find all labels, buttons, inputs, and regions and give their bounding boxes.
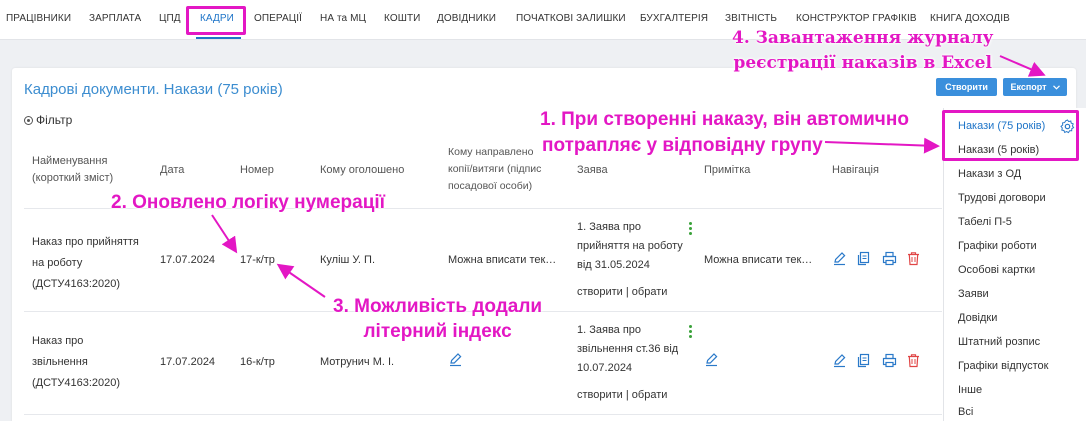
nav-tab-funds[interactable]: КОШТИ — [384, 13, 420, 24]
annotation-auto-group: 1. При створенні наказу, він автомично п… — [540, 107, 909, 159]
row-date: 17.07.2024 — [160, 254, 216, 266]
nav-tab-cpd[interactable]: ЦПД — [159, 13, 181, 24]
row-application-line1: 1. Заява про — [577, 221, 642, 233]
filter-icon — [24, 115, 33, 125]
header-sent-line1: Кому направлено — [448, 146, 534, 158]
nav-tab-chart-builder[interactable]: КОНСТРУКТОР ГРАФІКІВ — [796, 13, 917, 24]
row-divider — [24, 414, 942, 415]
row-name-line1: Наказ про — [32, 335, 84, 347]
nav-tab-assets[interactable]: НА та МЦ — [320, 13, 366, 24]
header-name-line1: Найменування — [32, 155, 108, 167]
print-icon[interactable] — [882, 353, 897, 368]
row-name-line3: (ДСТУ4163:2020) — [32, 377, 121, 389]
sidebar-item-personal-cards[interactable]: Особові картки — [958, 264, 1035, 276]
annotation-excel-export: 4. Завантаження журналу реєстрації наказ… — [732, 26, 993, 76]
sidebar-item-all[interactable]: Всі — [958, 406, 973, 418]
row-application-line1: 1. Заява про — [577, 324, 642, 336]
annotation-letter-index-line1: 3. Можливість додали — [333, 296, 543, 317]
sidebar-item-work-schedules[interactable]: Графіки роботи — [958, 240, 1037, 252]
filter-label: Фільтр — [36, 113, 73, 127]
row-date: 17.07.2024 — [160, 356, 216, 368]
sidebar-item-vacation-schedules[interactable]: Графіки відпусток — [958, 360, 1048, 372]
header-navigation: Навігація — [832, 164, 879, 176]
row-name: Наказ про прийняття на роботу (ДСТУ4163:… — [32, 232, 139, 295]
trash-icon[interactable] — [906, 353, 921, 368]
copy-icon[interactable] — [856, 251, 871, 266]
sidebar-item-certificates[interactable]: Довідки — [958, 312, 997, 324]
nav-tab-accounting[interactable]: БУХГАЛТЕРІЯ — [640, 13, 708, 24]
annotation-numbering: 2. Оновлено логіку нумерації — [111, 192, 386, 213]
nav-tab-operations[interactable]: ОПЕРАЦІЇ — [254, 13, 302, 24]
header-sent-copies: Кому направлено копії/витяги (підпис пос… — [448, 144, 541, 195]
annotation-auto-group-line1: 1. При створенні наказу, він автомично — [540, 109, 909, 130]
nav-tab-employees[interactable]: ПРАЦІВНИКИ — [6, 13, 71, 24]
nav-tab-opening-balances[interactable]: ПОЧАТКОВІ ЗАЛИШКИ — [516, 13, 626, 24]
header-note: Примітка — [704, 164, 751, 176]
row-announced: Куліш У. П. — [320, 254, 376, 266]
header-name: Найменування (короткий зміст) — [32, 153, 113, 187]
edit-icon[interactable] — [704, 352, 719, 367]
row-application: 1. Заява про прийняття на роботу від 31.… — [577, 218, 683, 275]
row-name-line2: на роботу — [32, 257, 83, 269]
row-application: 1. Заява про звільнення ст.36 від 10.07.… — [577, 321, 678, 378]
export-button[interactable]: Експорт — [1003, 78, 1067, 96]
row-application-line3: від 31.05.2024 — [577, 259, 650, 271]
sidebar-item-applications[interactable]: Заяви — [958, 288, 989, 300]
export-button-label: Експорт — [1010, 82, 1047, 92]
row-application-actions[interactable]: створити | обрати — [577, 286, 667, 298]
row-number: 16-к/тр — [240, 356, 275, 368]
nav-tab-reporting[interactable]: ЗВІТНІСТЬ — [725, 13, 777, 24]
header-date: Дата — [160, 164, 185, 176]
row-application-line2: прийняття на роботу — [577, 240, 683, 252]
kebab-icon[interactable] — [689, 325, 692, 340]
row-sent[interactable]: Можна вписати тек… — [448, 250, 556, 271]
row-name-line2: звільнення — [32, 356, 88, 368]
row-note[interactable]: Можна вписати тек… — [704, 250, 812, 271]
sidebar-item-staffing[interactable]: Штатний розпис — [958, 336, 1040, 348]
row-name-line3: (ДСТУ4163:2020) — [32, 278, 121, 290]
trash-icon[interactable] — [906, 251, 921, 266]
create-button[interactable]: Створити — [936, 78, 997, 96]
edit-icon[interactable] — [448, 352, 463, 367]
row-name: Наказ про звільнення (ДСТУ4163:2020) — [32, 331, 120, 394]
filter-toggle[interactable]: Фільтр — [24, 113, 72, 127]
sidebar-item-timesheets[interactable]: Табелі П-5 — [958, 216, 1012, 228]
nav-tab-income-book[interactable]: КНИГА ДОХОДІВ — [930, 13, 1010, 24]
chevron-down-icon — [1052, 84, 1060, 90]
header-announced: Кому оголошено — [320, 164, 405, 176]
row-number: 17-к/тр — [240, 254, 275, 266]
header-sent-line3: посадової особи) — [448, 180, 533, 192]
sidebar-item-other[interactable]: Інше — [958, 384, 982, 396]
kebab-icon[interactable] — [689, 222, 692, 237]
active-tab-underline — [196, 37, 241, 39]
row-application-actions[interactable]: створити | обрати — [577, 389, 667, 401]
annotation-auto-group-line2: потрапляє у відповідну групу — [542, 135, 823, 156]
row-application-line3: 10.07.2024 — [577, 362, 633, 374]
annotation-excel-export-line2: реєстрації наказів в Excel — [733, 53, 992, 73]
annotation-letter-index: 3. Можливість додали літерний індекс — [333, 294, 542, 344]
row-announced: Мотрунич М. І. — [320, 356, 395, 368]
edit-icon[interactable] — [832, 251, 847, 266]
page-title: Кадрові документи. Накази (75 років) — [24, 81, 283, 98]
header-number: Номер — [240, 164, 274, 176]
row-navigation-actions — [832, 251, 924, 267]
header-application: Заява — [577, 164, 608, 176]
row-navigation-actions — [832, 353, 924, 369]
nav-tab-salary[interactable]: ЗАРПЛАТА — [89, 13, 141, 24]
annotation-highlight-hr-tab — [186, 6, 246, 35]
row-application-line2: звільнення ст.36 від — [577, 343, 679, 355]
annotation-highlight-sidebar-groups — [942, 110, 1079, 161]
header-name-line2: (короткий зміст) — [32, 172, 114, 184]
edit-icon[interactable] — [832, 353, 847, 368]
create-button-label: Створити — [945, 82, 988, 92]
row-name-line1: Наказ про прийняття — [32, 236, 139, 248]
sidebar-item-labor-contracts[interactable]: Трудові договори — [958, 192, 1046, 204]
nav-tab-directories[interactable]: ДОВІДНИКИ — [437, 13, 496, 24]
copy-icon[interactable] — [856, 353, 871, 368]
annotation-excel-export-line1: 4. Завантаження журналу — [732, 28, 994, 48]
annotation-letter-index-line2: літерний індекс — [363, 321, 512, 342]
print-icon[interactable] — [882, 251, 897, 266]
header-sent-line2: копії/витяги (підпис — [448, 163, 542, 175]
sidebar-item-orders-od[interactable]: Накази з ОД — [958, 168, 1021, 180]
